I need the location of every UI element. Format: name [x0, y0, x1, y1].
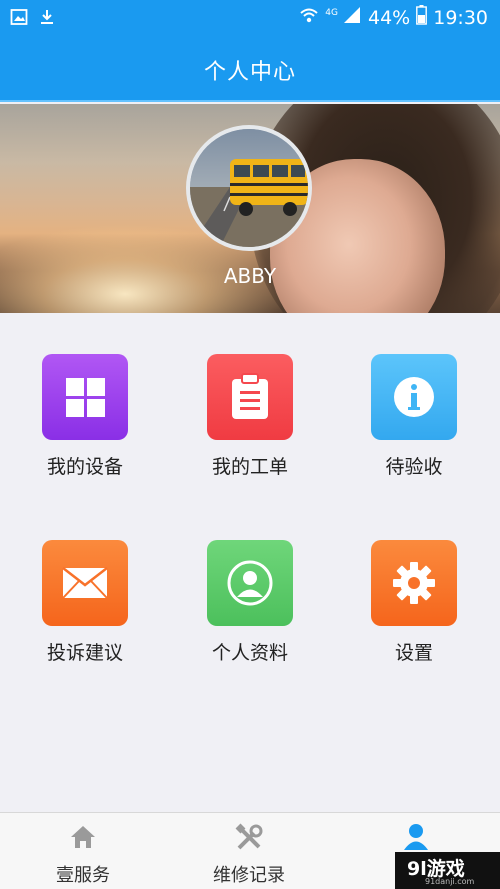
download-icon	[38, 8, 56, 30]
battery-percent: 44%	[368, 6, 411, 29]
header-bar: 个人中心	[0, 36, 500, 102]
menu-item-pending-acceptance[interactable]: 待验收	[344, 354, 484, 479]
menu-item-label: 待验收	[385, 456, 443, 478]
wifi-icon	[299, 6, 319, 29]
menu-item-label: 个人资料	[211, 642, 288, 664]
nav-tab-services[interactable]: 壹服务	[0, 813, 166, 889]
page-title: 个人中心	[203, 60, 296, 85]
menu-item-label: 我的工单	[211, 456, 288, 478]
menu-item-label: 设置	[394, 642, 433, 664]
nav-tab-label: 维修记录	[213, 865, 285, 886]
menu-item-profile[interactable]: 个人资料	[180, 540, 320, 665]
envelope-icon	[42, 540, 128, 626]
menu-item-my-devices[interactable]: 我的设备	[15, 354, 155, 479]
menu-item-my-orders[interactable]: 我的工单	[180, 354, 320, 479]
status-bar: 4G 44% 19:30	[0, 0, 500, 36]
watermark-url: 91danji.com	[425, 877, 475, 886]
menu-item-settings[interactable]: 设置	[344, 540, 484, 665]
user-icon	[333, 823, 499, 853]
network-type: 4G	[325, 7, 338, 18]
signal-icon	[342, 6, 362, 29]
menu-item-label: 投诉建议	[46, 642, 123, 664]
info-icon	[371, 354, 457, 440]
clipboard-icon	[207, 354, 293, 440]
menu-item-complaints[interactable]: 投诉建议	[15, 540, 155, 665]
nav-tab-label: 壹服务	[56, 865, 110, 886]
username[interactable]: ABBY	[0, 264, 500, 288]
menu-item-label: 我的设备	[46, 456, 123, 478]
grid-icon	[42, 354, 128, 440]
home-icon	[0, 823, 166, 853]
watermark-logo: 9l游戏 91danji.com	[395, 852, 500, 889]
person-icon	[207, 540, 293, 626]
gear-icon	[371, 540, 457, 626]
tools-icon	[166, 823, 332, 853]
image-icon	[10, 8, 28, 30]
clock: 19:30	[433, 6, 488, 29]
nav-tab-repair-records[interactable]: 维修记录	[166, 813, 332, 889]
avatar[interactable]	[186, 125, 312, 251]
battery-icon	[416, 5, 428, 30]
